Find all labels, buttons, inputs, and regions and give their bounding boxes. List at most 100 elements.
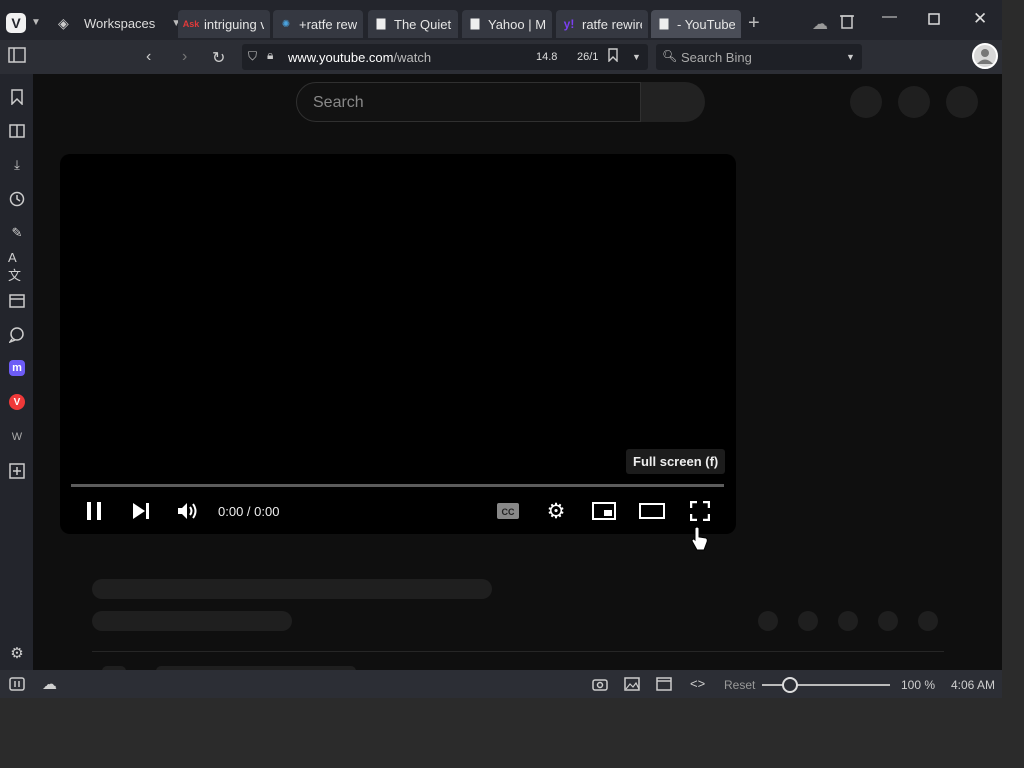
new-tab-plus-icon[interactable]: + <box>748 12 760 35</box>
tab-3[interactable]: Yahoo | Ma <box>462 10 552 38</box>
capture-camera-icon[interactable] <box>592 677 608 694</box>
fullscreen-tooltip: Full screen (f) <box>626 449 726 474</box>
workspaces-label: Workspaces <box>84 15 156 31</box>
video-progress-bar[interactable] <box>71 484 724 487</box>
search-placeholder: Search Bing <box>681 50 752 65</box>
cloud-icon[interactable]: ☁ <box>42 675 57 693</box>
url-dropdown-icon[interactable]: ▼ <box>632 52 641 62</box>
menu-chevron-down-icon[interactable]: ▼ <box>31 17 41 28</box>
pause-button[interactable] <box>83 500 105 522</box>
youtube-search-button[interactable] <box>641 82 705 122</box>
action-placeholder-circle <box>758 611 778 631</box>
workspaces-button[interactable]: ◈ Workspaces ▼ <box>58 10 181 36</box>
action-placeholder-circle <box>918 611 938 631</box>
vivaldi-menu-icon[interactable]: V <box>6 13 26 33</box>
bookmarks-icon[interactable] <box>8 88 26 106</box>
tab-1[interactable]: ✺ +ratfe rewi <box>273 10 363 38</box>
lock-icon[interactable]: 🔒︎ <box>267 48 273 63</box>
maximize-icon[interactable] <box>928 12 940 29</box>
subtitle-placeholder-bar <box>92 611 292 631</box>
forward-icon[interactable]: › <box>182 48 187 66</box>
chat-icon[interactable] <box>8 326 26 344</box>
bookmark-icon[interactable] <box>608 48 618 65</box>
tab-title: +ratfe rewi <box>299 16 357 32</box>
tab-title: intriguing v <box>204 16 264 32</box>
url-path: /watch <box>393 50 432 65</box>
captions-button[interactable]: CC <box>495 500 521 522</box>
fullscreen-button[interactable] <box>688 500 712 522</box>
miniplayer-button[interactable] <box>591 500 617 522</box>
tab-4[interactable]: y! ratfe rewire <box>556 10 648 38</box>
mastodon-icon[interactable]: m <box>9 360 25 376</box>
site-shield-icon[interactable]: ⛉ <box>248 49 257 64</box>
volume-button[interactable] <box>176 500 200 522</box>
page-icon <box>657 17 671 31</box>
search-engine-icon[interactable]: 🔍︎ <box>662 49 677 63</box>
panel-toggle-icon[interactable] <box>9 677 25 694</box>
reading-list-icon[interactable] <box>8 122 26 140</box>
tab-bar: V ▼ ◈ Workspaces ▼ Ask intriguing v ✺ +r… <box>0 0 1002 40</box>
history-icon[interactable] <box>8 190 26 208</box>
notes-icon[interactable]: ✎ <box>8 224 26 242</box>
side-panel: ⤓ ✎ A文 m V W ⚙ <box>0 74 33 670</box>
youtube-page: Search Full screen (f) 0:00 / 0:00 CC ⚙ <box>33 74 1002 670</box>
next-video-button[interactable] <box>130 500 152 522</box>
ask-icon: Ask <box>182 19 200 29</box>
tab-2[interactable]: The Quietu <box>368 10 458 38</box>
reload-icon[interactable]: ↻ <box>212 48 225 68</box>
wikipedia-icon[interactable]: W <box>8 428 26 446</box>
cloud-sync-icon[interactable]: ☁ <box>812 14 828 34</box>
settings-gear-icon[interactable]: ⚙ <box>8 644 26 662</box>
url-field[interactable]: ⛉ 🔒︎ www.youtube.com/watch 14.8 26/1 ▼ <box>242 44 648 70</box>
yahoo-icon: y! <box>563 17 575 31</box>
video-player[interactable] <box>60 154 736 534</box>
page-actions-code-icon[interactable]: <> <box>690 676 705 691</box>
panel-toggle-icon[interactable] <box>8 47 26 68</box>
action-placeholder-circle <box>878 611 898 631</box>
tab-0[interactable]: Ask intriguing v <box>178 10 270 38</box>
tab-title: Yahoo | Ma <box>488 16 546 32</box>
desktop-background-bottom <box>0 698 1024 768</box>
mouse-pointer-icon <box>690 526 710 557</box>
images-icon[interactable] <box>624 677 640 694</box>
zoom-level: 100 % <box>901 678 936 692</box>
translate-icon[interactable]: A文 <box>8 250 26 283</box>
page-icon <box>468 17 482 31</box>
search-bing-field[interactable]: 🔍︎ Search Bing ▼ <box>656 44 862 70</box>
back-icon[interactable]: ‹ <box>146 48 151 66</box>
settings-button[interactable]: ⚙ <box>544 500 568 523</box>
divider <box>92 651 944 652</box>
youtube-search-input[interactable]: Search <box>296 82 641 122</box>
svg-text:CC: CC <box>502 507 515 517</box>
url-text: www.youtube.com/watch <box>288 50 431 65</box>
profile-avatar-icon[interactable] <box>972 43 998 69</box>
page-icon <box>374 17 388 31</box>
url-host: www.youtube.com <box>288 50 394 65</box>
theater-mode-button[interactable] <box>638 500 666 522</box>
window-panel-icon[interactable] <box>8 292 26 310</box>
header-placeholder-circle <box>946 86 978 118</box>
zoom-reset-button[interactable]: Reset <box>724 678 755 692</box>
page-tiling-icon[interactable] <box>656 677 672 694</box>
add-panel-icon[interactable] <box>8 462 26 480</box>
minimize-icon[interactable]: — <box>882 8 897 25</box>
video-time: 0:00 / 0:00 <box>218 504 280 519</box>
search-dropdown-icon[interactable]: ▼ <box>846 52 855 62</box>
title-placeholder-bar <box>92 579 492 599</box>
desktop-background-right <box>1002 0 1024 768</box>
downloads-icon[interactable]: ⤓ <box>8 156 26 174</box>
tab-5-active[interactable]: - YouTube <box>651 10 741 38</box>
close-window-icon[interactable]: ✕ <box>973 9 987 29</box>
counter-b: 26/1 <box>577 51 599 63</box>
vivaldi-icon[interactable]: V <box>9 394 25 410</box>
wordpress-icon: ✺ <box>281 18 291 30</box>
clock: 4:06 AM <box>951 678 996 692</box>
action-placeholder-circle <box>798 611 818 631</box>
trash-icon[interactable] <box>840 13 854 33</box>
tab-title: The Quietu <box>394 16 452 32</box>
header-placeholder-circle <box>898 86 930 118</box>
tab-title: ratfe rewire <box>582 16 642 32</box>
counter-a: 14.8 <box>536 51 558 63</box>
tab-title: - YouTube <box>677 16 735 32</box>
youtube-search-placeholder: Search <box>313 94 364 111</box>
